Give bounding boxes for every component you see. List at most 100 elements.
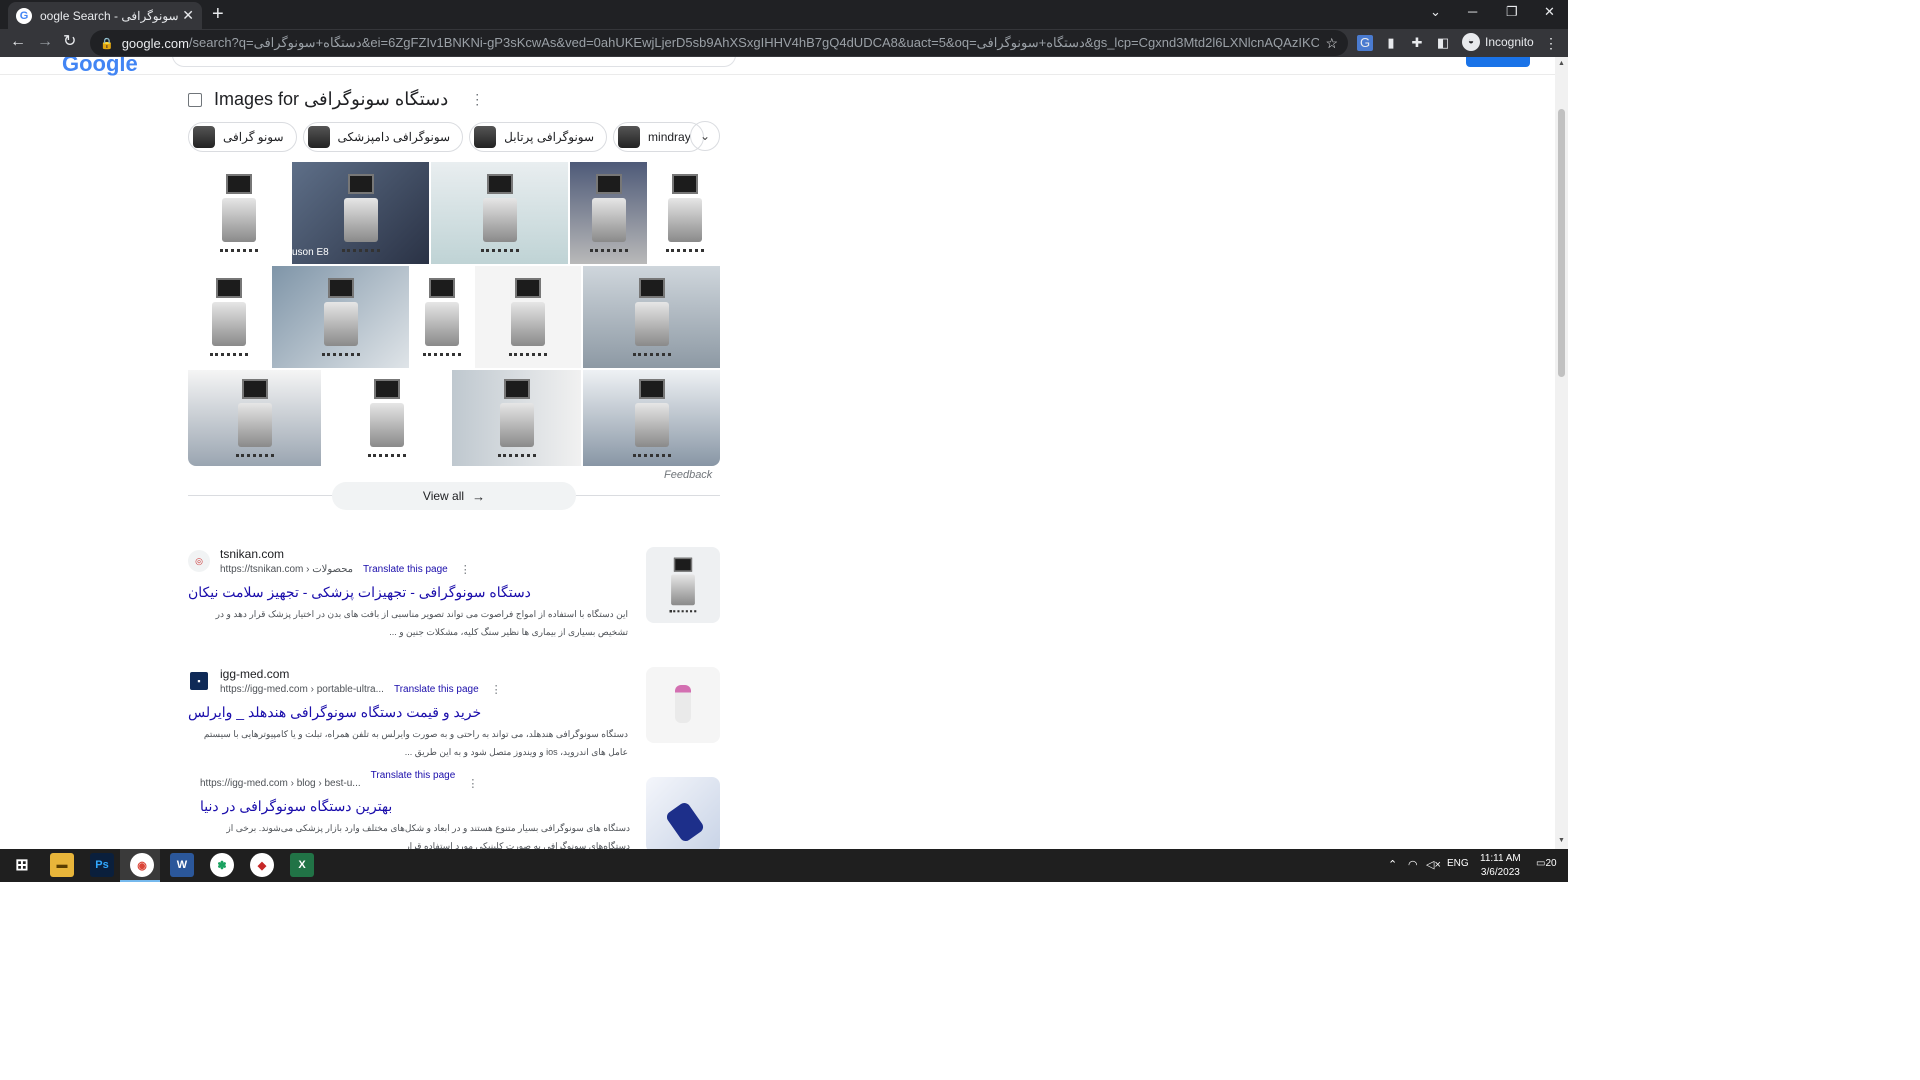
result-title-link[interactable]: دستگاه سونوگرافی - تجهیزات پزشکی - تجهیز… bbox=[188, 584, 628, 601]
search-result: https://igg-med.com › blog › best-u... T… bbox=[188, 770, 720, 849]
image-result[interactable] bbox=[570, 162, 647, 264]
result-url[interactable]: https://igg-med.com › portable-ultra... bbox=[220, 684, 384, 695]
image-result[interactable] bbox=[188, 266, 270, 368]
image-result[interactable] bbox=[475, 266, 581, 368]
result-site-name[interactable]: tsnikan.com bbox=[220, 547, 284, 561]
scroll-down-icon[interactable]: ▼ bbox=[1558, 837, 1565, 844]
view-all-label: View all bbox=[422, 489, 465, 503]
side-panel-icon[interactable]: ◧ bbox=[1435, 35, 1451, 51]
translate-link[interactable]: Translate this page bbox=[363, 564, 448, 575]
search-box[interactable] bbox=[172, 57, 736, 67]
view-all-button[interactable]: View all → bbox=[332, 482, 576, 510]
google-logo[interactable]: Google bbox=[62, 57, 138, 77]
arrow-right-icon: → bbox=[472, 488, 486, 504]
image-result[interactable] bbox=[272, 266, 409, 368]
chip-thumbnail bbox=[193, 126, 215, 148]
incognito-indicator[interactable]: ◒ Incognito bbox=[1462, 33, 1534, 51]
translate-link[interactable]: Translate this page bbox=[394, 684, 479, 695]
close-window-icon[interactable]: ✕ bbox=[1544, 4, 1555, 20]
extension-icon[interactable]: ▮ bbox=[1383, 35, 1399, 51]
show-hidden-icons-icon[interactable]: ⌃ bbox=[1388, 858, 1397, 871]
ultrasound-machine-image bbox=[220, 174, 258, 252]
result-url[interactable]: https://tsnikan.com › محصولات bbox=[220, 564, 353, 575]
feedback-link[interactable]: Feedback bbox=[664, 469, 712, 481]
result-thumbnail[interactable] bbox=[646, 777, 720, 849]
image-result[interactable] bbox=[452, 370, 581, 466]
photoshop-icon[interactable]: Ps bbox=[90, 853, 114, 877]
url-host: google.com bbox=[121, 35, 189, 51]
image-result[interactable]: uson E8 bbox=[292, 162, 429, 264]
tab-title: oogle Search - دستگاه سونوگرافی bbox=[40, 8, 179, 23]
result-thumbnail[interactable] bbox=[646, 667, 720, 743]
result-options-icon[interactable]: ⋮ bbox=[460, 563, 471, 576]
network-icon[interactable]: ◠ bbox=[1408, 858, 1418, 871]
images-section-title: Images for دستگاه سونوگرافی bbox=[214, 89, 449, 109]
word-icon[interactable]: W bbox=[170, 853, 194, 877]
translate-extension-icon[interactable]: G bbox=[1357, 35, 1373, 51]
browser-menu-icon[interactable]: ⋮ bbox=[1544, 35, 1558, 52]
result-thumbnail[interactable] bbox=[646, 547, 720, 623]
back-icon[interactable]: ← bbox=[10, 34, 26, 50]
notification-count: 20 bbox=[1545, 858, 1557, 869]
page-scrollbar[interactable]: ▲ ▼ bbox=[1555, 57, 1568, 849]
search-result: ▪ igg-med.com https://igg-med.com › port… bbox=[188, 667, 720, 770]
clock-date: 3/6/2023 bbox=[1480, 867, 1520, 878]
ultrasound-machine-image bbox=[341, 174, 380, 252]
chrome-icon[interactable]: ◉ bbox=[130, 853, 154, 877]
result-options-icon[interactable]: ⋮ bbox=[467, 777, 478, 790]
clock[interactable]: 11:11 AM 3/6/2023 bbox=[1480, 852, 1521, 880]
result-site-name[interactable]: igg-med.com bbox=[220, 667, 289, 681]
ultrasound-machine-image bbox=[632, 379, 671, 457]
ultrasound-machine-image bbox=[589, 174, 628, 252]
address-bar[interactable]: 🔒 google.com /search?q=دستگاه+سونوگرافی&… bbox=[90, 30, 1348, 56]
result-options-icon[interactable]: ⋮ bbox=[491, 683, 502, 696]
image-result[interactable] bbox=[431, 162, 568, 264]
ultrasound-machine-image bbox=[235, 379, 274, 457]
scroll-up-icon[interactable]: ▲ bbox=[1558, 60, 1565, 67]
new-tab-button[interactable]: + bbox=[212, 4, 224, 24]
chip-portable[interactable]: سونوگرافی پرتابل bbox=[469, 122, 608, 152]
ultrasound-machine-image bbox=[665, 174, 704, 252]
bookmark-star-icon[interactable]: ☆ bbox=[1325, 35, 1338, 52]
image-result[interactable] bbox=[583, 266, 720, 368]
minimize-icon[interactable]: ─ bbox=[1468, 4, 1477, 19]
excel-icon[interactable]: X bbox=[290, 853, 314, 877]
result-title-link[interactable]: خرید و قیمت دستگاه سونوگرافی هندهلد _ وا… bbox=[188, 704, 628, 721]
tab-search-icon[interactable]: ⌄ bbox=[1430, 4, 1441, 20]
result-url[interactable]: https://igg-med.com › blog › best-u... bbox=[200, 778, 361, 789]
app-icon[interactable]: ◆ bbox=[250, 853, 274, 877]
image-result[interactable] bbox=[188, 162, 290, 264]
extensions-puzzle-icon[interactable]: ✚ bbox=[1409, 35, 1425, 51]
image-result[interactable] bbox=[583, 370, 720, 466]
chip-veterinary[interactable]: سونوگرافی دامپزشکی bbox=[302, 122, 464, 152]
ultrasound-machine-image bbox=[632, 278, 671, 356]
scrollbar-thumb[interactable] bbox=[1558, 109, 1565, 377]
notifications-icon[interactable]: ▭20 bbox=[1536, 858, 1557, 869]
result-url-row: https://igg-med.com › portable-ultra... … bbox=[220, 683, 502, 696]
app-icon[interactable]: ✽ bbox=[210, 853, 234, 877]
expand-chips-icon[interactable]: ⌄ bbox=[690, 121, 720, 151]
image-result[interactable] bbox=[411, 266, 473, 368]
file-explorer-icon[interactable]: ▬ bbox=[50, 853, 74, 877]
lock-icon[interactable]: 🔒 bbox=[100, 37, 114, 50]
volume-icon[interactable]: ◁× bbox=[1426, 858, 1441, 871]
language-indicator[interactable]: ENG bbox=[1447, 858, 1469, 869]
translate-link[interactable]: Translate this page bbox=[371, 770, 456, 781]
reload-icon[interactable]: ↻ bbox=[63, 34, 76, 50]
chip-label: mindray bbox=[648, 130, 691, 144]
image-result[interactable] bbox=[649, 162, 720, 264]
more-options-icon[interactable]: ⋮ bbox=[470, 91, 484, 108]
restore-icon[interactable]: ❐ bbox=[1506, 4, 1518, 20]
browser-tab[interactable]: G oogle Search - دستگاه سونوگرافی ✕ bbox=[8, 2, 202, 29]
chip-sono-grafi[interactable]: سونو گرافی bbox=[188, 122, 297, 152]
chip-label: سونوگرافی دامپزشکی bbox=[337, 130, 451, 144]
image-result[interactable] bbox=[323, 370, 450, 466]
url-path: /search?q=دستگاه+سونوگرافی&ei=6ZgFZIv1BN… bbox=[188, 35, 1320, 50]
site-favicon-icon: ◎ bbox=[188, 550, 210, 572]
start-icon[interactable]: ⊞ bbox=[10, 853, 34, 877]
close-tab-icon[interactable]: ✕ bbox=[182, 7, 194, 24]
result-title-link[interactable]: بهترین دستگاه سونوگرافی در دنیا bbox=[200, 798, 628, 815]
forward-icon[interactable]: → bbox=[37, 34, 53, 50]
image-result[interactable] bbox=[188, 370, 321, 466]
sign-in-button[interactable] bbox=[1466, 57, 1530, 67]
